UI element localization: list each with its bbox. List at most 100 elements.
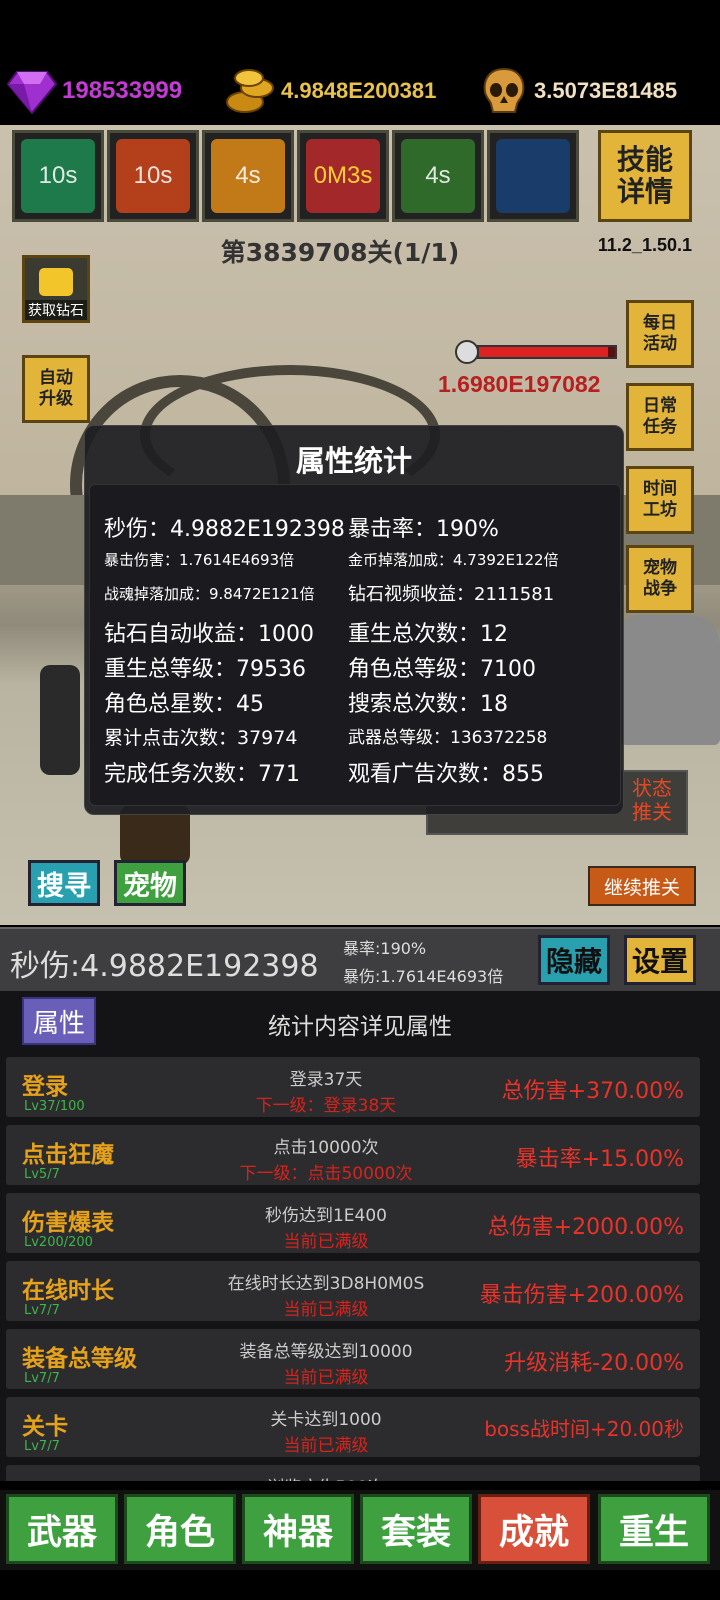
achievement-next: 下一级：登录38天 [255,1096,397,1116]
achievement-bonus: 总伤害+2000.00% [487,1215,684,1240]
stat-weapon-level: 武器总等级：136372258 [348,728,548,748]
achievement-bonus: 暴击伤害+200.00% [479,1283,684,1308]
get-diamonds-video-button[interactable]: 获取钻石 [22,255,90,323]
stats-modal: 属性统计 秒伤：4.9882E192398 暴击率：190% 暴击伤害：1.76… [84,425,624,815]
skill-slot-5[interactable]: 4s [392,130,484,222]
stat-char-stars: 角色总星数：45 [104,692,264,717]
achievement-level: Lv200/200 [24,1235,93,1250]
auto-upgrade-button[interactable]: 自动 升级 [22,355,90,423]
stat-rebirth-level: 重生总等级：79536 [104,657,306,682]
clock-skill-icon [496,139,570,213]
boss-hp-fill [479,347,609,357]
achievement-next: 当前已满级 [283,1232,369,1252]
achievement-level: Lv7/7 [24,1303,60,1318]
gold-coins-icon [225,65,277,117]
side-button-label: 时间 [643,479,677,499]
achievement-condition: 登录37天 [289,1070,363,1090]
skill-cooldown: 10s [38,162,78,189]
stat-click-count: 累计点击次数：37974 [104,727,298,749]
achievement-condition: 浏览广告500次 [156,1473,496,1481]
hide-button[interactable]: 隐藏 [538,935,610,985]
skill-slot-2[interactable]: 10s [107,130,199,222]
achievement-condition: 关卡达到1000 [270,1410,382,1430]
rock [620,615,720,745]
video-camera-icon [39,268,73,296]
skill-slot-6[interactable] [487,130,579,222]
nav-weapons[interactable]: 武器 [6,1494,118,1564]
stat-soul-drop: 战魂掉落加成：9.8472E121倍 [104,585,315,603]
achievement-row: 点击狂魔 Lv5/7 点击10000次 下一级：点击50000次 暴击率+15.… [6,1125,700,1185]
achievement-row: 登录 Lv37/100 登录37天 下一级：登录38天 总伤害+370.00% [6,1057,700,1117]
achievement-row: 关卡 Lv7/7 关卡达到1000 当前已满级 boss战时间+20.00秒 [6,1397,700,1457]
diamond-icon [6,65,58,117]
achievement-row: 在线时长 Lv7/7 在线时长达到3D8H0M0S 当前已满级 暴击伤害+200… [6,1261,700,1321]
achievement-level: Lv37/100 [24,1099,85,1114]
pet-war-button[interactable]: 宠物 战争 [626,545,694,613]
archer-hero [40,665,80,775]
bottom-nav: 武器 角色 神器 套装 成就 重生 [0,1490,720,1570]
skill-slot-4[interactable]: 0M3s [297,130,389,222]
boss-hp-value: 1.6980E197082 [438,371,601,397]
achievement-condition: 点击10000次 [273,1138,379,1158]
stat-ad-count: 观看广告次数：855 [348,762,544,787]
stat-search-count: 搜索总次数：18 [348,692,508,717]
time-workshop-button[interactable]: 时间 工坊 [626,466,694,534]
side-button-label: 每日 [643,313,677,333]
attribute-tab[interactable]: 属性 [22,997,96,1045]
achievement-condition: 秒伤达到1E400 [264,1206,387,1226]
skill-details-button[interactable]: 技能 详情 [598,130,692,222]
stat-gem-auto: 钻石自动收益：1000 [104,622,314,647]
skill-slot-3[interactable]: 4s [202,130,294,222]
nav-achievements[interactable]: 成就 [478,1494,590,1564]
pet-button[interactable]: 宠物 [114,860,186,906]
achievement-condition: 装备总等级达到10000 [239,1342,413,1362]
achievement-name: 点击狂魔 [22,1142,114,1168]
search-button[interactable]: 搜寻 [28,860,100,906]
achievement-level: Lv7/7 [24,1371,60,1386]
skill-cooldown: 10s [133,162,173,189]
stat-task-count: 完成任务次数：771 [104,762,300,787]
stat-crit-dmg: 暴击伤害：1.7614E4693倍 [104,551,295,569]
push-status-label: 状态 [632,776,672,800]
settings-button[interactable]: 设置 [624,935,696,985]
nav-artifacts[interactable]: 神器 [242,1494,354,1564]
skill-details-label: 详情 [616,175,673,208]
skill-cooldown: 4s [425,162,451,189]
achievement-next: 当前已满级 [283,1300,369,1320]
achievement-row: 浏览广告500次 [6,1465,700,1481]
achievement-name: 登录 [22,1074,68,1100]
skill-bar: 10s 10s 4s 0M3s 4s [12,130,582,222]
side-button-label: 活动 [643,334,677,354]
achievement-bonus: 升级消耗-20.00% [504,1351,684,1376]
video-button-label: 获取钻石 [25,300,87,320]
side-button-label: 任务 [643,417,677,437]
skill-slot-1[interactable]: 10s [12,130,104,222]
achievement-level: Lv7/7 [24,1439,60,1454]
nav-sets[interactable]: 套装 [360,1494,472,1564]
skill-details-label: 技能 [616,143,673,176]
boss-hp-bar [455,340,620,364]
daily-tasks-button[interactable]: 日常 任务 [626,383,694,451]
achievement-level: Lv5/7 [24,1167,60,1182]
continue-push-button[interactable]: 继续推关 [588,866,696,906]
achievement-next: 当前已满级 [283,1436,369,1456]
skill-cooldown: 4s [235,162,261,189]
achievement-bonus: 总伤害+370.00% [501,1079,684,1104]
nav-characters[interactable]: 角色 [124,1494,236,1564]
skill-cooldown: 0M3s [313,162,373,189]
soul-counter: 3.5073E81485 [478,63,677,119]
achievement-next: 当前已满级 [283,1368,369,1388]
achievement-name: 关卡 [22,1414,68,1440]
nav-rebirth[interactable]: 重生 [598,1494,710,1564]
stat-crit-rate: 暴击率：190% [348,517,499,542]
achievement-condition: 在线时长达到3D8H0M0S [227,1274,425,1294]
gem-value: 198533999 [62,77,183,104]
skull-icon [478,65,530,117]
push-status-label: 推关 [632,800,672,824]
side-button-label: 宠物 [643,558,677,578]
gold-counter: 4.9848E200381 [225,63,436,119]
achievement-row: 伤害爆表 Lv200/200 秒伤达到1E400 当前已满级 总伤害+2000.… [6,1193,700,1253]
daily-activity-button[interactable]: 每日 活动 [626,300,694,368]
achievement-next: 下一级：点击50000次 [239,1164,413,1184]
stat-rebirth-count: 重生总次数：12 [348,622,508,647]
